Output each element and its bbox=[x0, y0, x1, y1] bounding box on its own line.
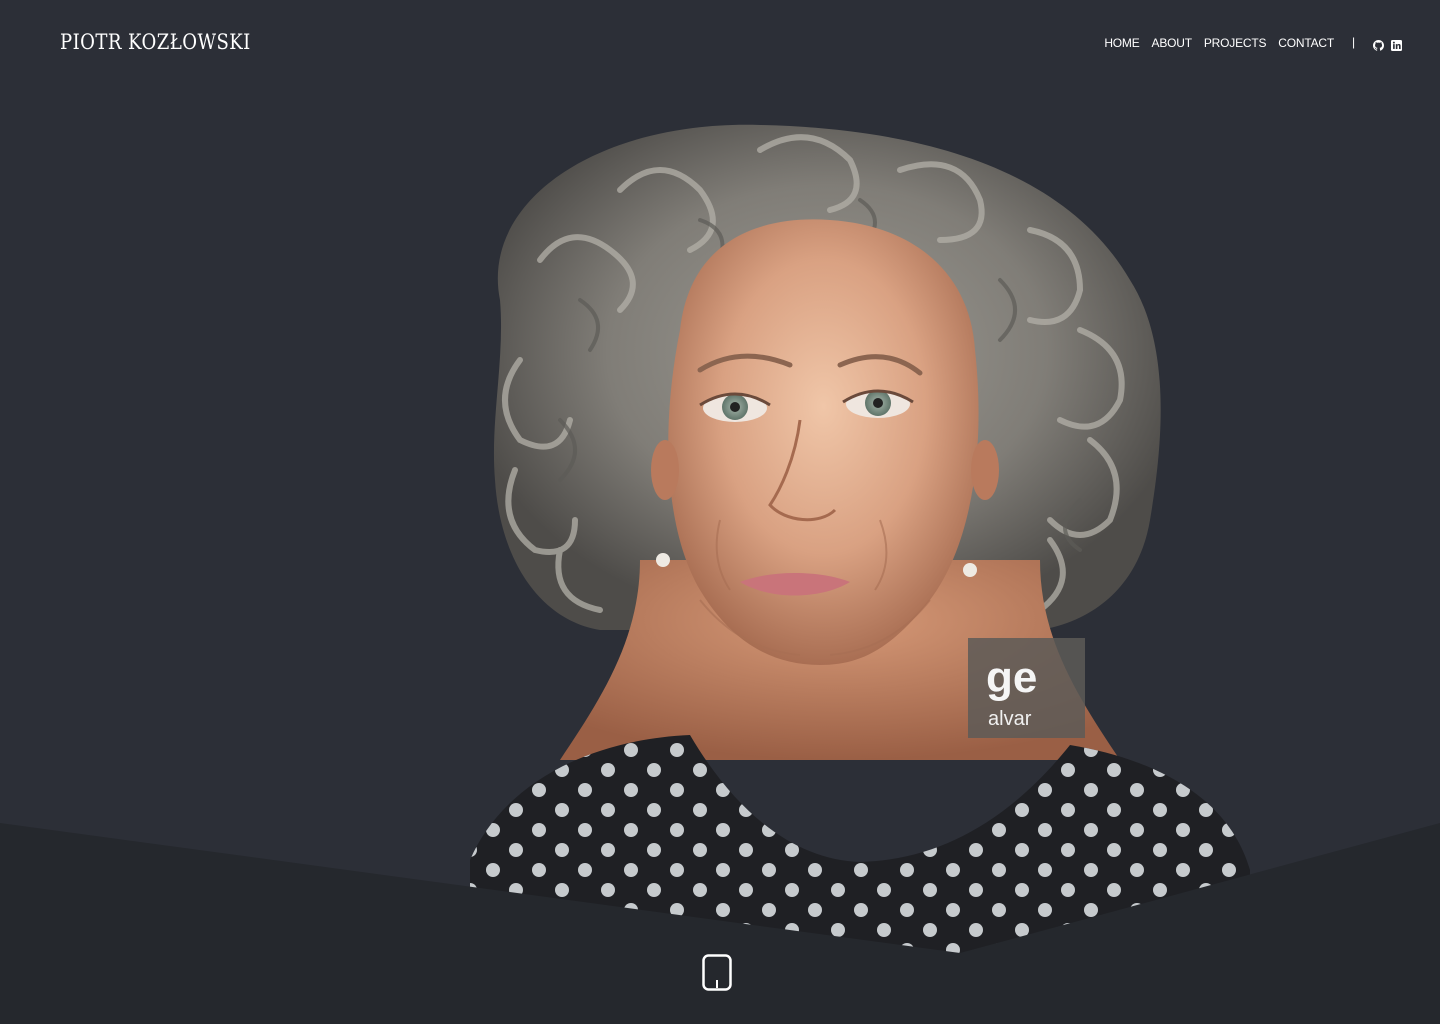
watermark-line2: alvar bbox=[988, 708, 1032, 730]
nav-contact[interactable]: CONTACT bbox=[1278, 36, 1334, 50]
linkedin-icon[interactable] bbox=[1391, 38, 1402, 51]
main-nav: HOME ABOUT PROJECTS CONTACT bbox=[1104, 36, 1334, 50]
nav-about[interactable]: ABOUT bbox=[1152, 36, 1193, 50]
page: ge alvar PIOTR KOZŁOWSKI HOME ABOUT PROJ… bbox=[0, 0, 1440, 1024]
site-logo[interactable]: PIOTR KOZŁOWSKI bbox=[60, 30, 251, 54]
nav-home[interactable]: HOME bbox=[1104, 36, 1139, 50]
site-header: PIOTR KOZŁOWSKI HOME ABOUT PROJECTS CONT… bbox=[0, 0, 1440, 88]
watermark-line1: ge bbox=[986, 653, 1037, 702]
social-links bbox=[1373, 38, 1402, 51]
nav-projects[interactable]: PROJECTS bbox=[1204, 36, 1267, 50]
hero-portrait: ge alvar bbox=[0, 124, 1440, 1024]
nav-divider: | bbox=[1352, 35, 1356, 49]
github-icon[interactable] bbox=[1373, 38, 1384, 51]
mouse-scroll-icon[interactable] bbox=[702, 954, 732, 991]
watermark: ge alvar bbox=[968, 638, 1085, 738]
